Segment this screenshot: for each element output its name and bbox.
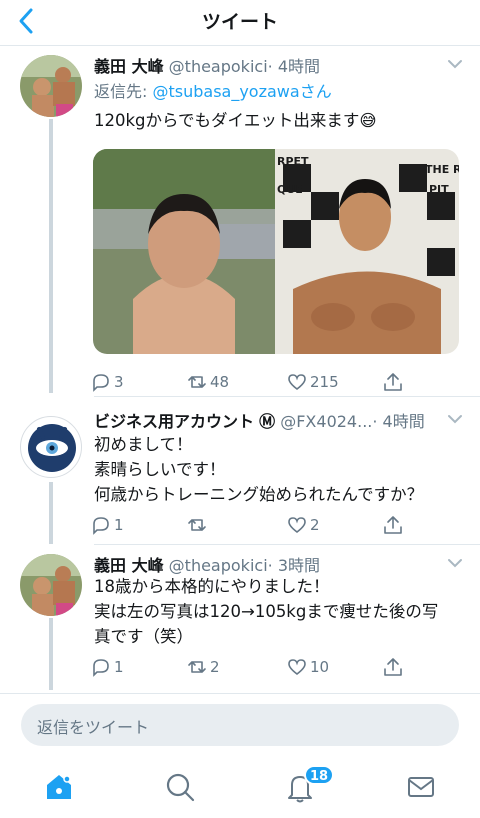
timestamp: · 3時間 [267,556,320,575]
tweet-actions: 1 2 10 [90,654,420,680]
reply-composer[interactable]: 返信をツイート [21,704,459,746]
tweet-header: 義田 大峰 @theapokici· 4時間 [94,53,440,77]
search-icon[interactable] [163,770,197,804]
tweet-text: 120kgからでもダイエット出来ます😅 [94,111,377,130]
reply-placeholder: 返信をツイート [37,718,150,737]
display-name[interactable]: 義田 大峰 [94,57,164,76]
media-sign-text-1: RPET [277,155,309,168]
avatar[interactable] [20,554,82,616]
notifications-badge: 18 [304,765,334,785]
share-action[interactable] [382,369,406,395]
retweet-action[interactable]: 2 [186,654,220,680]
tweet-1[interactable]: 義田 大峰 @theapokici· 4時間 返信先: @tsubasa_yoz… [0,53,480,393]
reply-action[interactable]: 1 [90,654,124,680]
share-action[interactable] [382,512,406,538]
retweet-action[interactable]: 48 [186,369,229,395]
display-name[interactable]: ビジネス用アカウント [94,412,254,431]
heart-icon [288,659,306,676]
tweet-text-line: 実は左の写真は120→105kgまで痩せた後の写 [94,602,439,621]
media-sign-text-2: QUE [277,183,303,196]
tweet-actions: 1 2 [90,512,420,538]
like-count: 2 [310,516,320,534]
heart-icon [288,374,306,391]
timestamp: · 4時間 [267,57,320,76]
like-count: 215 [310,373,339,391]
compose-divider [0,693,480,694]
like-action[interactable]: 10 [286,654,329,680]
messages-envelope-icon[interactable] [404,770,438,804]
like-action[interactable]: 2 [286,512,320,538]
tweet-text-line: 真です（笑） [94,627,193,646]
reply-icon [93,659,109,677]
retweet-icon [188,519,206,531]
reply-action[interactable]: 3 [90,369,124,395]
reply-count: 3 [114,373,124,391]
like-count: 10 [310,658,330,676]
tweet-header: 義田 大峰 @theapokici· 3時間 [94,552,440,576]
retweet-count: 48 [210,373,230,391]
media-sign-text-4: PIT [429,183,449,196]
user-handle: @theapokici [168,57,268,76]
thread-line [49,119,53,393]
like-action[interactable]: 215 [286,369,339,395]
reply-icon [93,517,109,535]
tweet-text-line: 素晴らしいです！ [94,460,226,479]
retweet-icon [188,661,206,673]
share-icon [384,516,402,534]
page-title: ツイート [201,11,278,33]
reply-action[interactable]: 1 [90,512,124,538]
heart-icon [288,517,306,534]
retweet-count: 2 [210,658,220,676]
reply-to-line: 返信先: @tsubasa_yozawaさん [94,78,332,102]
tweet-text-line: 初めまして！ [94,435,193,454]
chevron-down-icon[interactable] [444,53,466,75]
top-bar: ツイート [0,0,480,46]
tweet-3[interactable]: 義田 大峰 @theapokici· 3時間 18歳から本格的にやりました！ 実… [0,552,480,692]
reply-to-label: 返信先: [94,82,153,101]
tweet-text: 初めまして！ 素晴らしいです！ 何歳からトレーニング始められたんですか？ [94,432,464,507]
reply-icon [93,374,109,392]
retweet-icon [188,376,206,388]
tweet-divider [94,396,480,397]
user-handle: @theapokici [168,556,268,575]
tweet-divider [94,544,480,545]
share-action[interactable] [382,654,406,680]
bottom-tab-bar [0,760,480,818]
chevron-down-icon[interactable] [444,552,466,574]
tweet-actions: 3 48 215 [90,369,420,395]
media-sign-text-3: THE R [425,163,459,176]
chevron-down-icon[interactable] [444,408,466,430]
reply-mention-link[interactable]: @tsubasa_yozawa [152,82,299,101]
user-handle: @FX4024... [280,412,373,431]
reply-count: 1 [114,516,124,534]
tweet-2[interactable]: ビジネス用アカウント Ⓜ @FX4024...· 4時間 初めまして！ 素晴らし… [0,408,480,544]
thread-line [49,482,53,544]
tweet-text: 18歳から本格的にやりました！ 実は左の写真は120→105kgまで痩せた後の写… [94,574,464,649]
verified-mark: Ⓜ [259,412,276,431]
tweet-media[interactable]: RPET QUE THE R PIT [93,149,459,354]
reply-suffix: さん [299,82,332,101]
thread-line [49,618,53,690]
share-icon [384,658,402,676]
timestamp: · 4時間 [372,412,425,431]
display-name[interactable]: 義田 大峰 [94,556,164,575]
tweet-header: ビジネス用アカウント Ⓜ @FX4024...· 4時間 [94,408,440,432]
avatar[interactable] [20,416,82,478]
share-icon [384,373,402,391]
reply-count: 1 [114,658,124,676]
tweet-text-line: 18歳から本格的にやりました！ [94,577,330,596]
retweet-action[interactable] [186,512,210,538]
home-icon[interactable] [42,770,76,804]
avatar[interactable] [20,55,82,117]
tweet-text-line: 何歳からトレーニング始められたんですか？ [94,485,424,504]
